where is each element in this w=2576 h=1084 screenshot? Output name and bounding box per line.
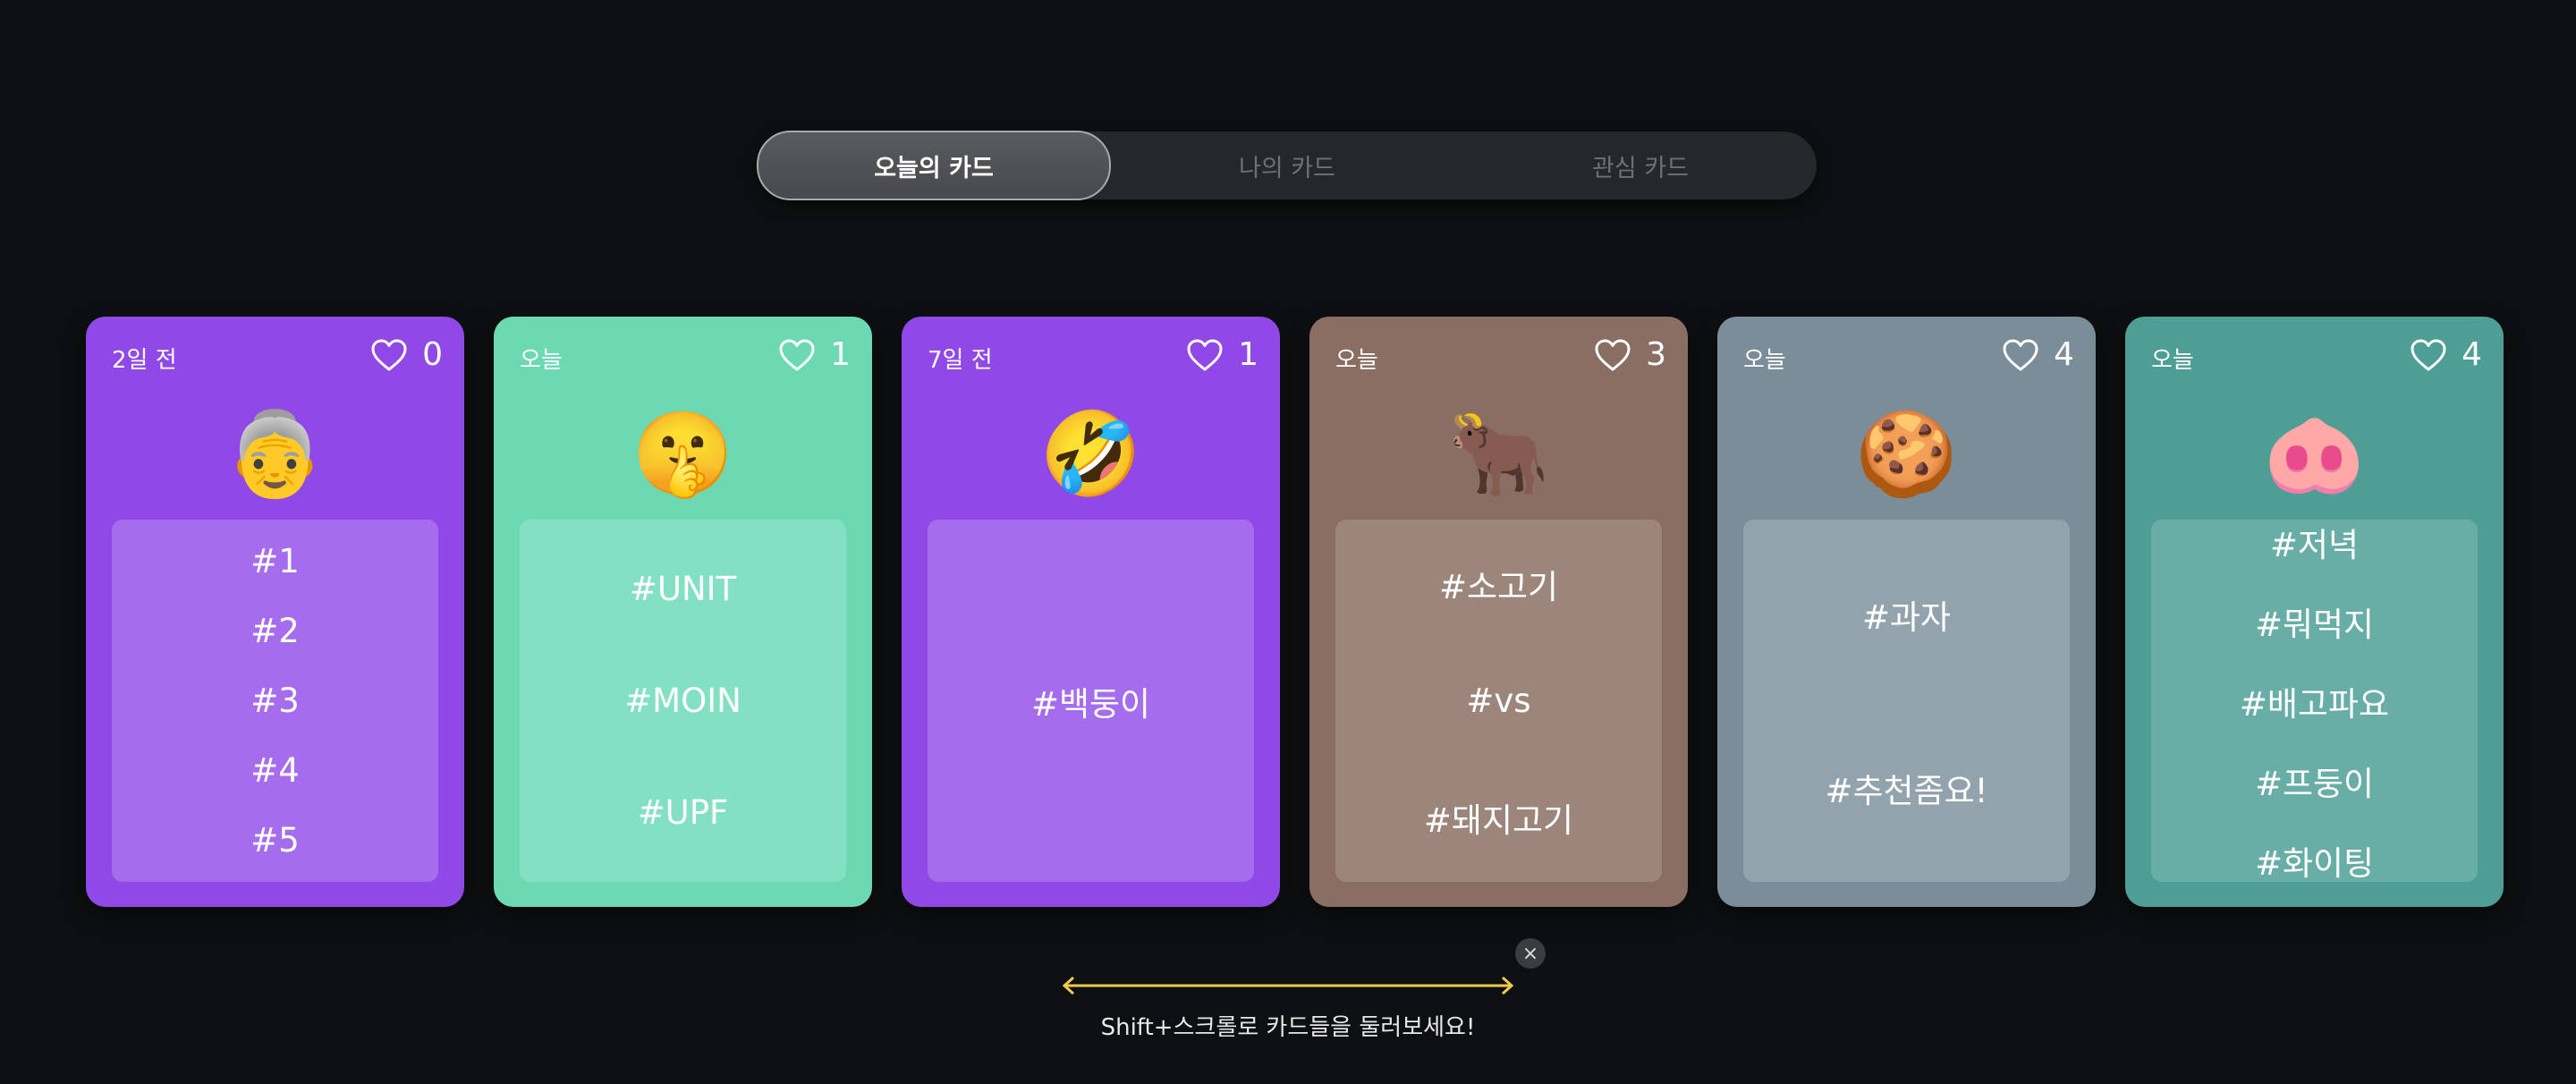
older-woman-santa-icon: 👵 — [224, 406, 326, 502]
tab-interest-card[interactable]: 관심 카드 — [1464, 131, 1817, 199]
tag-box: #백둥이 — [928, 520, 1254, 882]
tag-box: #저녁 #뭐먹지 #배고파요 #프둥이 #화이팅 — [2151, 520, 2478, 883]
like-button[interactable]: 0 — [370, 336, 443, 373]
emoji-card[interactable]: 오늘 4 🐽 #저녁 #뭐먹지 #배고파요 #프둥이 #화이팅 — [2125, 317, 2504, 907]
hashtag: #MOIN — [624, 682, 741, 720]
card-date: 오늘 — [1335, 347, 1378, 374]
like-button[interactable]: 1 — [778, 336, 851, 373]
hashtag: #화이팅 — [2254, 843, 2375, 883]
emoji-card[interactable]: 7일 전 1 🤣 #백둥이 — [902, 317, 1280, 907]
card-date: 오늘 — [2151, 347, 2194, 374]
tag-box: #1 #2 #3 #4 #5 — [112, 520, 438, 882]
card-date: 2일 전 — [112, 347, 177, 374]
rolling-laughing-face-icon: 🤣 — [1039, 406, 1142, 502]
hashtag: #vs — [1466, 682, 1531, 720]
like-count: 0 — [422, 336, 443, 373]
tag-box: #소고기 #vs #돼지고기 — [1335, 520, 1662, 882]
heart-icon — [371, 339, 407, 370]
hashtag: #저녁 — [2269, 525, 2360, 564]
card-date: 7일 전 — [928, 347, 993, 374]
hashtag: #1 — [250, 542, 300, 580]
like-count: 3 — [1646, 336, 1666, 373]
tab-my-card[interactable]: 나의 카드 — [1111, 131, 1463, 199]
like-count: 4 — [2054, 336, 2074, 373]
tag-box: #UNIT #MOIN #UPF — [520, 520, 846, 882]
card-tab-bar: 오늘의 카드 나의 카드 관심 카드 — [757, 131, 1817, 200]
scroll-hint-text: Shift+스크롤로 카드들을 둘러보세요! — [1100, 1014, 1476, 1041]
hashtag: #배고파요 — [2239, 684, 2390, 724]
card-date: 오늘 — [520, 347, 563, 374]
heart-icon — [2411, 339, 2446, 370]
like-button[interactable]: 4 — [2410, 336, 2482, 373]
hashtag: #백둥이 — [1030, 684, 1151, 724]
like-count: 4 — [2462, 336, 2482, 373]
heart-icon — [779, 339, 815, 370]
close-icon[interactable]: × — [1515, 938, 1546, 969]
hashtag: #2 — [250, 612, 300, 650]
emoji-card[interactable]: 오늘 1 🤫 #UNIT #MOIN #UPF — [494, 317, 872, 907]
heart-icon — [2003, 339, 2038, 370]
hashtag: #소고기 — [1438, 568, 1559, 606]
hashtag: #4 — [250, 751, 300, 790]
heart-icon — [1595, 339, 1631, 370]
emoji-card[interactable]: 오늘 3 🐂 #소고기 #vs #돼지고기 — [1309, 317, 1688, 907]
emoji-card[interactable]: 오늘 4 🍪 #과자 #추천좀요! — [1717, 317, 2096, 907]
card-date: 오늘 — [1743, 347, 1786, 374]
like-count: 1 — [830, 336, 851, 373]
emoji-card[interactable]: 2일 전 0 👵 #1 #2 #3 #4 #5 — [86, 317, 464, 907]
hashtag: #프둥이 — [2254, 764, 2375, 803]
hashtag: #5 — [250, 821, 300, 860]
hashtag: #추천좀요! — [1825, 771, 1988, 810]
like-button[interactable]: 1 — [1186, 336, 1258, 373]
like-button[interactable]: 4 — [2002, 336, 2074, 373]
hashtag: #UNIT — [629, 570, 737, 608]
like-button[interactable]: 3 — [1594, 336, 1666, 373]
like-count: 1 — [1238, 336, 1258, 373]
pig-nose-icon: 🐽 — [2263, 406, 2366, 502]
horizontal-scroll-arrow-icon — [1062, 976, 1514, 995]
hashtag: #UPF — [637, 793, 729, 832]
shushing-face-icon: 🤫 — [631, 406, 734, 502]
hashtag: #뭐먹지 — [2254, 605, 2375, 644]
hashtag: #돼지고기 — [1423, 801, 1574, 840]
hashtag: #3 — [250, 682, 300, 720]
ox-icon: 🐂 — [1447, 406, 1550, 502]
heart-icon — [1187, 339, 1223, 370]
tag-box: #과자 #추천좀요! — [1743, 520, 2070, 882]
tab-todays-card[interactable]: 오늘의 카드 — [757, 131, 1111, 200]
hashtag: #과자 — [1861, 597, 1952, 637]
cookie-icon: 🍪 — [1855, 406, 1958, 502]
